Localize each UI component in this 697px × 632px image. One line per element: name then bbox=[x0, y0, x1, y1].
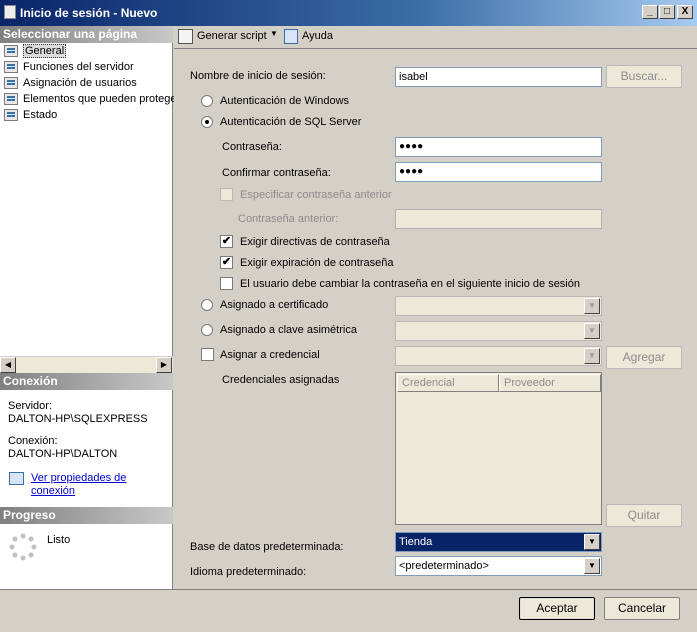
pages-horizontal-scrollbar[interactable]: ◀ ▶ bbox=[0, 356, 173, 373]
default-database-value: Tienda bbox=[399, 536, 433, 548]
specify-old-password-checkbox[interactable] bbox=[220, 188, 233, 201]
scroll-right-icon[interactable]: ▶ bbox=[156, 357, 172, 373]
help-button[interactable]: Ayuda bbox=[302, 30, 333, 42]
default-language-combo[interactable]: <predeterminado> ▼ bbox=[395, 556, 602, 576]
grid-header-credential[interactable]: Credencial bbox=[397, 374, 499, 392]
left-pane: Seleccionar una página General Funciones… bbox=[0, 26, 174, 590]
page-item-securables[interactable]: Elementos que pueden protege bbox=[4, 91, 174, 107]
default-language-value: <predeterminado> bbox=[399, 560, 489, 572]
old-password-input[interactable] bbox=[395, 209, 602, 229]
ok-button[interactable]: Aceptar bbox=[519, 597, 595, 620]
login-name-input[interactable]: isabel bbox=[395, 67, 602, 87]
minimize-button[interactable]: _ bbox=[642, 5, 658, 19]
connection-header: Conexión bbox=[0, 373, 173, 390]
mapped-certificate-radio[interactable] bbox=[201, 299, 213, 311]
page-item-general[interactable]: General bbox=[4, 43, 174, 59]
connection-label: Conexión: bbox=[8, 435, 58, 447]
enforce-policy-label: Exigir directivas de contraseña bbox=[240, 236, 390, 248]
app-icon bbox=[4, 5, 16, 19]
help-icon bbox=[284, 29, 298, 44]
default-database-label: Base de datos predeterminada: bbox=[190, 541, 344, 553]
default-database-combo[interactable]: Tienda ▼ bbox=[395, 532, 602, 552]
password-input[interactable]: ●●●● bbox=[395, 137, 602, 157]
search-button[interactable]: Buscar... bbox=[606, 65, 682, 88]
connection-value: DALTON-HP\DALTON bbox=[8, 448, 118, 460]
login-name-label: Nombre de inicio de sesión: bbox=[190, 70, 326, 82]
mapped-certificate-label: Asignado a certificado bbox=[220, 299, 329, 311]
progress-header: Progreso bbox=[0, 507, 173, 524]
scroll-left-icon[interactable]: ◀ bbox=[0, 357, 16, 373]
connection-properties-icon bbox=[9, 472, 24, 485]
certificate-combo[interactable]: ▼ bbox=[395, 296, 602, 316]
cancel-button[interactable]: Cancelar bbox=[604, 597, 680, 620]
chevron-down-icon[interactable]: ▼ bbox=[584, 298, 600, 314]
password-label: Contraseña: bbox=[222, 141, 282, 153]
grid-header-provider[interactable]: Proveedor bbox=[499, 374, 601, 392]
windows-auth-label: Autenticación de Windows bbox=[220, 95, 350, 107]
server-label: Servidor: bbox=[8, 400, 53, 412]
windows-auth-radio[interactable] bbox=[201, 95, 213, 107]
enforce-expiration-checkbox[interactable]: ✔ bbox=[220, 256, 233, 269]
asymmetric-key-label: Asignado a clave asimétrica bbox=[220, 324, 357, 336]
credential-combo[interactable]: ▼ bbox=[395, 346, 602, 366]
page-icon bbox=[4, 93, 18, 106]
chevron-down-icon[interactable]: ▼ bbox=[584, 534, 600, 550]
server-value: DALTON-HP\SQLEXPRESS bbox=[8, 413, 148, 425]
page-item-server-roles[interactable]: Funciones del servidor bbox=[4, 59, 174, 75]
page-icon bbox=[4, 109, 18, 122]
mapped-credentials-grid[interactable]: Credencial Proveedor bbox=[395, 372, 602, 525]
map-credential-label: Asignar a credencial bbox=[220, 349, 320, 361]
confirm-password-input[interactable]: ●●●● bbox=[395, 162, 602, 182]
footer-divider bbox=[0, 589, 697, 590]
must-change-label: El usuario debe cambiar la contraseña en… bbox=[240, 278, 580, 290]
specify-old-password-label: Especificar contraseña anterior bbox=[240, 189, 392, 201]
chevron-down-icon[interactable]: ▼ bbox=[270, 29, 278, 38]
chevron-down-icon[interactable]: ▼ bbox=[584, 323, 600, 339]
must-change-checkbox[interactable] bbox=[220, 277, 233, 290]
progress-status: Listo bbox=[47, 534, 71, 546]
enforce-expiration-label: Exigir expiración de contraseña bbox=[240, 257, 394, 269]
sql-auth-label: Autenticación de SQL Server bbox=[220, 116, 362, 128]
toolbar: Generar script ▼ Ayuda bbox=[174, 26, 697, 48]
chevron-down-icon[interactable]: ▼ bbox=[584, 558, 600, 574]
maximize-button[interactable]: □ bbox=[659, 5, 675, 19]
page-icon bbox=[4, 77, 18, 90]
enforce-policy-checkbox[interactable]: ✔ bbox=[220, 235, 233, 248]
old-password-label: Contraseña anterior: bbox=[238, 213, 339, 225]
chevron-down-icon[interactable]: ▼ bbox=[584, 348, 600, 364]
map-credential-checkbox[interactable] bbox=[201, 348, 214, 361]
view-connection-properties-link[interactable]: Ver propiedades de bbox=[31, 472, 126, 484]
default-language-label: Idioma predeterminado: bbox=[190, 566, 307, 578]
page-item-status[interactable]: Estado bbox=[4, 107, 174, 123]
title-bar: Inicio de sesión - Nuevo _ □ X bbox=[0, 0, 697, 26]
toolbar-divider bbox=[174, 48, 697, 49]
page-item-user-mapping[interactable]: Asignación de usuarios bbox=[4, 75, 174, 91]
mapped-credentials-label: Credenciales asignadas bbox=[222, 374, 340, 386]
select-page-header: Seleccionar una página bbox=[0, 26, 173, 43]
asymmetric-key-combo[interactable]: ▼ bbox=[395, 321, 602, 341]
window-title: Inicio de sesión - Nuevo bbox=[20, 6, 158, 20]
add-credential-button[interactable]: Agregar bbox=[606, 346, 682, 369]
page-icon bbox=[4, 45, 18, 58]
asymmetric-key-radio[interactable] bbox=[201, 324, 213, 336]
page-icon bbox=[4, 61, 18, 74]
generate-script-button[interactable]: Generar script bbox=[197, 30, 267, 42]
script-icon bbox=[178, 29, 193, 44]
close-button[interactable]: X bbox=[677, 5, 693, 19]
remove-credential-button[interactable]: Quitar bbox=[606, 504, 682, 527]
progress-spinner-icon bbox=[9, 533, 37, 561]
sql-auth-radio[interactable] bbox=[201, 116, 213, 128]
view-connection-properties-link-2[interactable]: conexión bbox=[31, 485, 75, 497]
confirm-password-label: Confirmar contraseña: bbox=[222, 167, 331, 179]
